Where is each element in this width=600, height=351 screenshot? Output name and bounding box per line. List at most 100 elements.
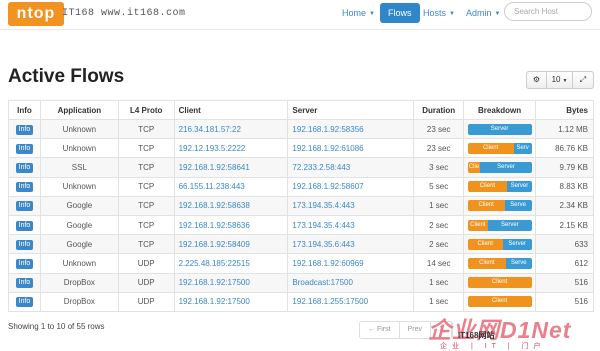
watermark-brand: 企业网D1Net <box>428 317 572 343</box>
breakdown-bar: Client <box>467 277 532 289</box>
column-header-duration[interactable]: Duration <box>413 100 465 120</box>
breakdown-bar: Server <box>467 123 532 135</box>
pager-first-button[interactable]: ← First <box>360 322 400 338</box>
breakdown-client-segment: Client <box>467 296 532 308</box>
server-link[interactable]: 173.194.35.6:443 <box>287 234 415 255</box>
nav-home[interactable]: Home ▼ <box>342 3 375 23</box>
table-row[interactable]: Info Unknown TCP 66.155.11.238:443 192.168.1… <box>8 176 594 197</box>
server-link[interactable]: 192.168.1.255:17500 <box>287 291 415 312</box>
info-button[interactable]: Info <box>15 124 34 135</box>
table-row[interactable]: Info DropBox UDP 192.168.1.92:17500 192.168.… <box>8 291 594 312</box>
nav-hosts[interactable]: Hosts ▼ <box>423 3 455 23</box>
info-cell: Info <box>8 157 41 178</box>
breakdown-cell: Client Serv <box>463 138 537 159</box>
l4-proto-cell: TCP <box>117 176 175 197</box>
table-row[interactable]: Info Unknown UDP 2.225.48.185:22515 192.168.… <box>8 253 594 274</box>
l4-proto-cell: TCP <box>117 157 175 178</box>
column-header-info[interactable]: Info <box>8 100 41 120</box>
client-link[interactable]: 192.168.1.92:58641 <box>173 157 289 178</box>
column-header-client[interactable]: Client <box>173 100 289 120</box>
info-button[interactable]: Info <box>15 162 34 173</box>
column-header-l4-proto[interactable]: L4 Proto <box>117 100 175 120</box>
column-header-bytes[interactable]: Bytes <box>535 100 594 120</box>
breakdown-server-segment: Server <box>467 123 532 135</box>
server-link[interactable]: 173.194.35.4:443 <box>287 214 415 236</box>
search-host-input[interactable] <box>504 2 592 21</box>
client-link[interactable]: 192.12.193.5:2222 <box>173 138 289 159</box>
l4-proto-cell: TCP <box>117 118 175 140</box>
column-header-application[interactable]: Application <box>39 100 119 120</box>
page-size-dropdown[interactable]: 10 ▼ <box>547 72 573 88</box>
info-button[interactable]: Info <box>15 201 34 212</box>
client-link[interactable]: 192.168.1.92:58636 <box>173 214 289 236</box>
info-cell: Info <box>8 291 41 312</box>
info-cell: Info <box>8 272 41 293</box>
table-row[interactable]: Info SSL TCP 192.168.1.92:58641 72.233.2.58:… <box>8 157 594 178</box>
info-cell: Info <box>8 234 41 255</box>
nav-admin[interactable]: Admin ▼ <box>466 3 500 23</box>
server-link[interactable]: 192.168.1.92:58607 <box>287 176 415 197</box>
application-cell: Unknown <box>39 138 119 159</box>
breakdown-cell: Client Server <box>463 176 537 197</box>
info-cell: Info <box>8 138 41 159</box>
application-cell: SSL <box>39 157 119 178</box>
nav-home-label: Home <box>342 8 367 18</box>
client-link[interactable]: 66.155.11.238:443 <box>173 176 289 197</box>
nav-flows[interactable]: Flows <box>380 3 420 23</box>
table-row[interactable]: Info Unknown TCP 192.12.193.5:2222 192.168.1… <box>8 138 594 159</box>
expand-button[interactable]: ⤢ <box>573 72 593 88</box>
breakdown-client-segment: Client <box>467 238 503 250</box>
pager-prev-button[interactable]: Prev <box>399 322 431 338</box>
client-link[interactable]: 192.168.1.92:58409 <box>173 234 289 255</box>
duration-cell: 14 sec <box>413 253 465 274</box>
client-link[interactable]: 192.168.1.92:58638 <box>173 195 289 216</box>
server-link[interactable]: Broadcast:17500 <box>287 272 415 293</box>
info-button[interactable]: Info <box>15 182 34 193</box>
application-cell: Unknown <box>39 253 119 274</box>
bytes-cell: 9.79 KB <box>535 157 594 178</box>
server-link[interactable]: 173.194.35.4:443 <box>287 195 415 216</box>
breakdown-client-segment: Client <box>467 142 514 154</box>
info-cell: Info <box>8 253 41 274</box>
duration-cell: 3 sec <box>413 157 465 178</box>
info-button[interactable]: Info <box>15 258 34 269</box>
settings-button[interactable]: ⚙ <box>527 72 547 88</box>
server-link[interactable]: 192.168.1.92:61086 <box>287 138 415 159</box>
ntop-logo[interactable]: ntop <box>8 2 64 26</box>
application-cell: Unknown <box>39 176 119 197</box>
duration-cell: 5 sec <box>413 176 465 197</box>
server-link[interactable]: 72.233.2.58:443 <box>287 157 415 178</box>
bytes-cell: 633 <box>535 234 594 255</box>
info-button[interactable]: Info <box>15 239 34 250</box>
table-row[interactable]: Info Google TCP 192.168.1.92:58409 173.194.3… <box>8 234 594 255</box>
nav-admin-label: Admin <box>466 8 492 18</box>
table-row[interactable]: Info Unknown TCP 216.34.181.57:22 192.168.1.… <box>8 118 594 140</box>
breakdown-cell: Client <box>463 272 537 293</box>
column-header-breakdown[interactable]: Breakdown <box>463 100 537 120</box>
table-row[interactable]: Info Google TCP 192.168.1.92:58638 173.194.3… <box>8 195 594 216</box>
gear-icon: ⚙ <box>532 75 541 84</box>
info-button[interactable]: Info <box>15 278 34 289</box>
info-button[interactable]: Info <box>15 297 34 308</box>
info-button[interactable]: Info <box>15 143 34 154</box>
client-link[interactable]: 216.34.181.57:22 <box>173 118 289 140</box>
l4-proto-cell: TCP <box>117 234 175 255</box>
l4-proto-cell: UDP <box>117 272 175 293</box>
client-link[interactable]: 2.225.48.185:22515 <box>173 253 289 274</box>
page-title: Active Flows <box>8 66 125 87</box>
column-header-server[interactable]: Server <box>287 100 415 120</box>
table-row[interactable]: Info Google TCP 192.168.1.92:58636 173.194.3… <box>8 214 594 236</box>
rows-summary: Showing 1 to 10 of 55 rows <box>8 322 105 331</box>
server-link[interactable]: 192.168.1.92:60969 <box>287 253 415 274</box>
table-row[interactable]: Info DropBox UDP 192.168.1.92:17500 Broadcas… <box>8 272 594 293</box>
info-button[interactable]: Info <box>15 220 34 231</box>
application-cell: Google <box>39 234 119 255</box>
flows-table-body: Info Unknown TCP 216.34.181.57:22 192.168.1.… <box>8 118 594 312</box>
breakdown-bar: Client Server <box>467 238 532 250</box>
client-link[interactable]: 192.168.1.92:17500 <box>173 291 289 312</box>
breakdown-bar: Client Serv <box>467 142 532 154</box>
breakdown-cell: Client Server <box>463 214 537 236</box>
server-link[interactable]: 192.168.1.92:58356 <box>287 118 415 140</box>
navbar: ntop IT168 www.it168.com Home ▼ Flows Hos… <box>0 0 600 30</box>
client-link[interactable]: 192.168.1.92:17500 <box>173 272 289 293</box>
